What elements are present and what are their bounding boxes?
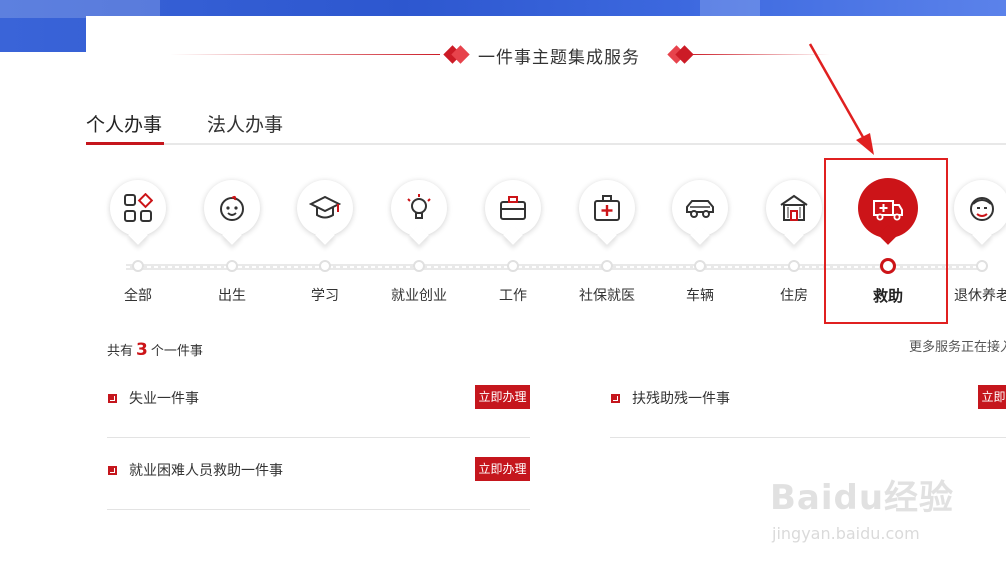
title-divider-right: [690, 54, 830, 55]
category-bubble: [672, 180, 728, 236]
watermark-brand: Baidu经验: [770, 478, 955, 518]
timeline-node: [319, 260, 331, 272]
elderly-icon: [970, 197, 994, 221]
briefcase-icon: [500, 196, 526, 220]
annotation-highlight-box: [824, 158, 948, 324]
list-item: 就业困难人员救助一件事 立即办理: [107, 450, 530, 510]
category-bubble: [391, 180, 447, 236]
list-item: 失业一件事 立即办理: [107, 378, 530, 438]
category-bubble: [766, 180, 822, 236]
category-study[interactable]: 学习: [284, 150, 364, 310]
section-title-text: 一件事主题集成服务: [478, 48, 640, 68]
baidu-watermark: Baidu经验 jingyan.baidu.com: [770, 470, 960, 550]
category-bubble: [485, 180, 541, 236]
section-title: 一件事主题集成服务: [170, 40, 830, 70]
category-retirement[interactable]: 退休养老: [941, 150, 1006, 310]
arrow-bullet-icon: [108, 466, 117, 475]
category-social-security[interactable]: 社保就医: [566, 150, 646, 310]
timeline-node: [601, 260, 613, 272]
ambulance-icon: [873, 200, 903, 221]
category-label: 工作: [499, 288, 527, 304]
timeline-node: [132, 260, 144, 272]
category-vehicle[interactable]: 车辆: [659, 150, 739, 310]
count-prefix: 共有: [107, 344, 134, 359]
category-label: 就业创业: [391, 288, 447, 304]
tab-corporate[interactable]: 法人办事: [207, 110, 283, 137]
timeline-node: [226, 260, 238, 272]
category-bubble: [204, 180, 260, 236]
list-item: 扶残助残一件事 立即办理: [610, 378, 1006, 438]
count-suffix: 个一件事: [150, 344, 203, 359]
category-housing[interactable]: 住房: [753, 150, 833, 310]
service-name[interactable]: 扶残助残一件事: [632, 388, 730, 408]
service-name[interactable]: 失业一件事: [129, 388, 199, 408]
service-name[interactable]: 就业困难人员救助一件事: [129, 460, 283, 480]
title-divider-left: [170, 54, 440, 55]
tab-personal[interactable]: 个人办事: [86, 110, 162, 137]
category-label: 出生: [218, 288, 246, 304]
handle-now-button[interactable]: 立即办理: [475, 457, 530, 481]
more-services-text: 更多服务正在接入: [909, 340, 1006, 355]
baby-icon: [220, 195, 244, 221]
category-bubble: [110, 180, 166, 236]
lightbulb-icon: [407, 194, 431, 219]
timeline-node: [788, 260, 800, 272]
category-label: 社保就医: [579, 288, 635, 304]
handle-now-button[interactable]: 立即办理: [978, 385, 1006, 409]
timeline-node: [413, 260, 425, 272]
category-bubble: [579, 180, 635, 236]
service-count: 共有 3 个一件事: [107, 340, 203, 360]
graduation-cap-icon: [309, 195, 341, 219]
category-employment[interactable]: 就业创业: [378, 150, 458, 310]
watermark-url: jingyan.baidu.com: [772, 524, 920, 543]
category-birth[interactable]: 出生: [191, 150, 271, 310]
category-label: 全部: [124, 288, 152, 304]
category-bubble: [954, 180, 1006, 236]
handle-now-button[interactable]: 立即办理: [475, 385, 530, 409]
car-icon: [686, 200, 714, 218]
timeline-node: [694, 260, 706, 272]
house-icon: [780, 194, 808, 221]
grid-icon: [124, 193, 153, 222]
category-all[interactable]: 全部: [97, 150, 177, 310]
category-work[interactable]: 工作: [472, 150, 552, 310]
count-number: 3: [136, 340, 148, 360]
medical-kit-icon: [594, 195, 620, 221]
category-label: 车辆: [686, 288, 714, 304]
category-bubble: [297, 180, 353, 236]
timeline-node: [976, 260, 988, 272]
arrow-bullet-icon: [108, 394, 117, 403]
active-tab-indicator: [86, 142, 164, 145]
tab-bar: 个人办事 法人办事: [86, 108, 1006, 145]
timeline-node: [507, 260, 519, 272]
category-label: 学习: [311, 288, 339, 304]
arrow-bullet-icon: [611, 394, 620, 403]
